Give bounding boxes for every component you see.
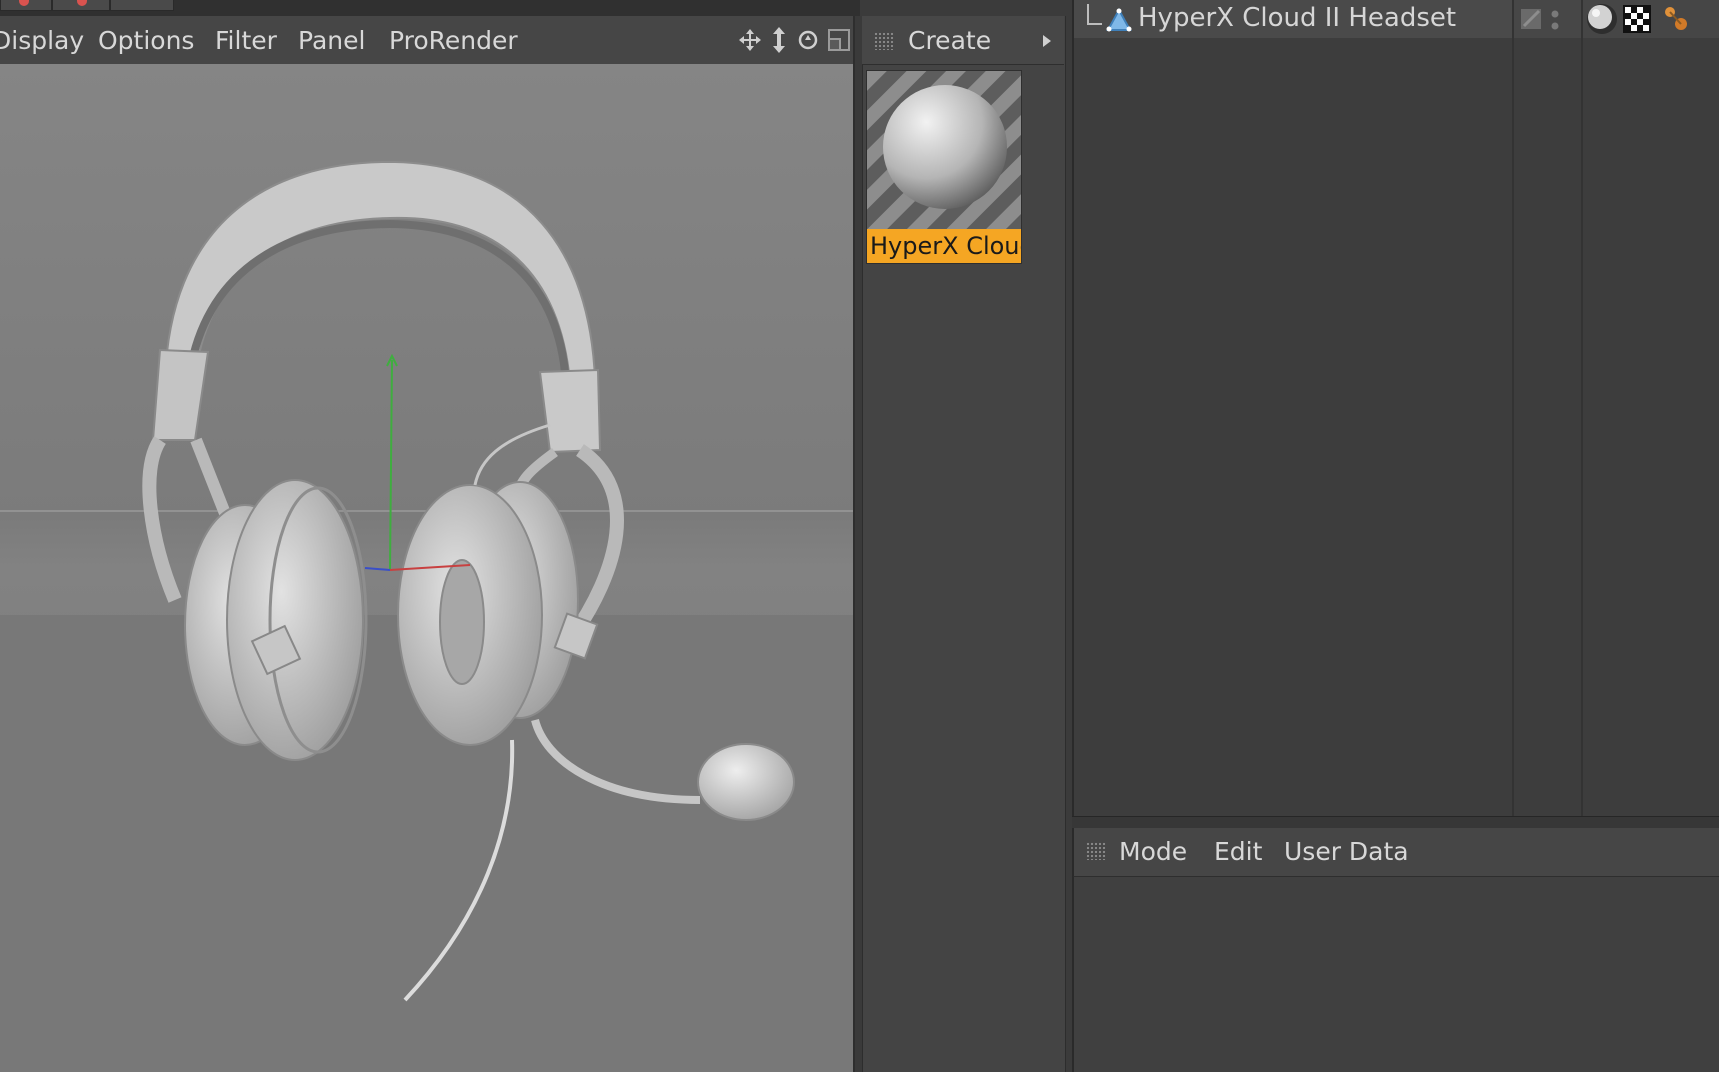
visibility-column-cell xyxy=(1514,0,1581,38)
menu-user-data[interactable]: User Data xyxy=(1284,837,1409,866)
menu-filter[interactable]: Filter xyxy=(215,26,277,55)
material-manager-menubar: Create xyxy=(862,16,1064,65)
menu-prorender[interactable]: ProRender xyxy=(389,26,518,55)
menu-mode[interactable]: Mode xyxy=(1119,837,1187,866)
panel-grip-icon[interactable] xyxy=(874,32,894,50)
orange-dots-tag-icon[interactable] xyxy=(1661,4,1691,34)
toolbar-tab-2[interactable] xyxy=(52,0,110,11)
menu-edit[interactable]: Edit xyxy=(1214,837,1262,866)
menu-display[interactable]: Display xyxy=(0,26,84,55)
object-manager-panel[interactable] xyxy=(1072,0,1719,816)
material-name-label[interactable]: HyperX Cloud xyxy=(867,229,1021,263)
tags-column-cell xyxy=(1583,0,1719,38)
expand-arrow-icon[interactable] xyxy=(1042,34,1052,48)
rotate-view-icon[interactable] xyxy=(796,28,820,52)
material-preview-sphere-icon xyxy=(867,71,1021,229)
menu-panel[interactable]: Panel xyxy=(298,26,365,55)
material-sphere-tag-icon[interactable] xyxy=(1585,2,1619,36)
visibility-dots-icon[interactable] xyxy=(1550,10,1560,32)
layer-edit-icon[interactable] xyxy=(1520,8,1544,30)
red-marker-icon xyxy=(77,0,87,6)
column-divider[interactable] xyxy=(1512,0,1514,816)
column-divider[interactable] xyxy=(1581,0,1583,816)
polygon-object-icon xyxy=(1106,8,1132,32)
top-toolbar-strip xyxy=(0,0,860,17)
toolbar-tab-3[interactable] xyxy=(110,0,174,11)
red-marker-icon xyxy=(19,0,29,6)
object-row[interactable]: HyperX Cloud II Headset xyxy=(1074,0,1512,38)
checker-texture-tag-icon[interactable] xyxy=(1623,5,1651,33)
attributes-menubar: Mode Edit User Data xyxy=(1072,828,1719,877)
zoom-view-icon[interactable] xyxy=(768,26,790,54)
attributes-panel-body xyxy=(1072,877,1719,1072)
hierarchy-line-icon xyxy=(1087,4,1102,25)
viewport-menubar: Display Options Filter Panel ProRender xyxy=(0,16,856,65)
panel-grip-icon[interactable] xyxy=(1086,842,1106,860)
object-name[interactable]: HyperX Cloud II Headset xyxy=(1138,3,1456,33)
menu-options[interactable]: Options xyxy=(98,26,194,55)
headset-model-render xyxy=(0,64,853,1072)
toggle-layout-icon[interactable] xyxy=(827,28,851,52)
move-view-icon[interactable] xyxy=(738,28,762,52)
3d-viewport[interactable] xyxy=(0,64,853,1072)
material-thumbnail[interactable]: HyperX Cloud xyxy=(866,70,1022,264)
menu-create[interactable]: Create xyxy=(908,26,991,55)
toolbar-tab-1[interactable] xyxy=(0,0,52,11)
